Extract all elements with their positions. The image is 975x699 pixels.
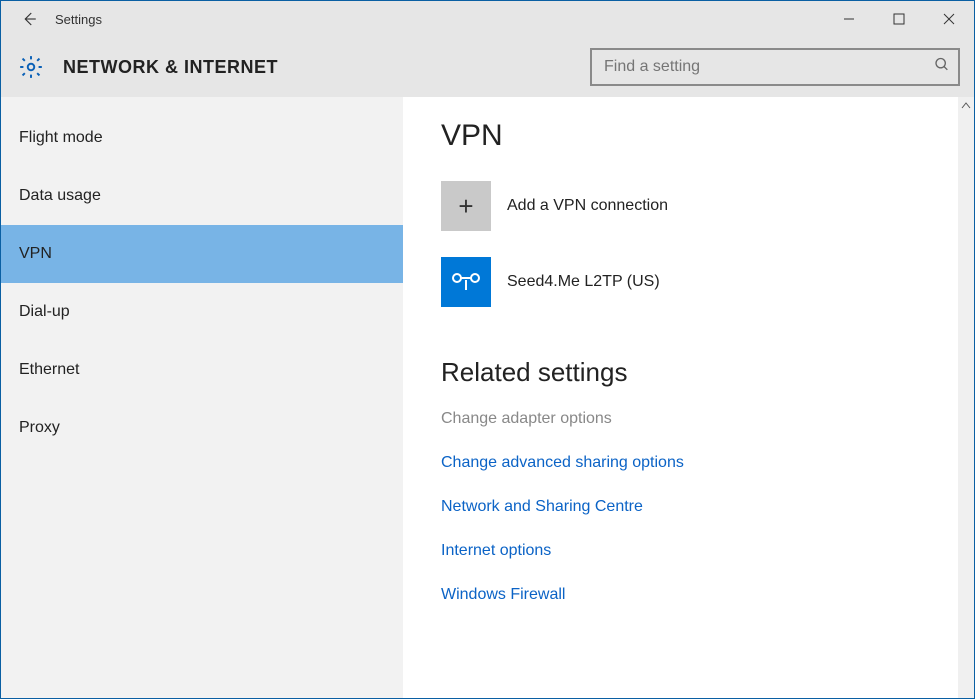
link-internet-options[interactable]: Internet options (441, 542, 974, 560)
gear-icon (17, 53, 45, 81)
window-title: Settings (55, 12, 102, 27)
add-vpn-label: Add a VPN connection (507, 197, 668, 215)
scroll-up-icon[interactable] (961, 97, 971, 115)
sidebar-item-label: Dial-up (19, 303, 70, 321)
page-heading: VPN (441, 119, 974, 153)
maximize-button[interactable] (874, 1, 924, 37)
sidebar-item-ethernet[interactable]: Ethernet (1, 341, 403, 399)
window-controls (824, 1, 974, 37)
sidebar-item-label: VPN (19, 245, 52, 263)
category-title: NETWORK & INTERNET (63, 57, 278, 78)
vpn-icon (441, 257, 491, 307)
plus-icon: + (441, 181, 491, 231)
back-button[interactable] (9, 1, 49, 37)
sidebar-item-label: Flight mode (19, 129, 103, 147)
header: NETWORK & INTERNET (1, 37, 974, 97)
settings-window: Settings NETWORK & INTERNET (0, 0, 975, 699)
search-icon (934, 57, 950, 78)
related-heading: Related settings (441, 357, 974, 388)
vpn-connection-item[interactable]: Seed4.Me L2TP (US) (441, 257, 974, 307)
sidebar-item-data-usage[interactable]: Data usage (1, 167, 403, 225)
link-windows-firewall[interactable]: Windows Firewall (441, 586, 974, 604)
minimize-button[interactable] (824, 1, 874, 37)
scroll-track[interactable] (958, 115, 974, 698)
link-change-adapter[interactable]: Change adapter options (441, 410, 974, 428)
sidebar: Flight mode Data usage VPN Dial-up Ether… (1, 97, 403, 698)
sidebar-item-label: Data usage (19, 187, 101, 205)
search-input[interactable] (590, 48, 960, 86)
sidebar-item-flight-mode[interactable]: Flight mode (1, 109, 403, 167)
close-button[interactable] (924, 1, 974, 37)
link-network-sharing-centre[interactable]: Network and Sharing Centre (441, 498, 974, 516)
titlebar: Settings (1, 1, 974, 37)
sidebar-item-label: Ethernet (19, 361, 79, 379)
add-vpn-button[interactable]: + Add a VPN connection (441, 181, 974, 231)
sidebar-item-vpn[interactable]: VPN (1, 225, 403, 283)
sidebar-item-proxy[interactable]: Proxy (1, 399, 403, 457)
scrollbar[interactable] (958, 97, 974, 698)
main-content: VPN + Add a VPN connection Seed4.Me L2TP… (403, 97, 974, 698)
sidebar-item-label: Proxy (19, 419, 60, 437)
link-advanced-sharing[interactable]: Change advanced sharing options (441, 454, 974, 472)
sidebar-item-dial-up[interactable]: Dial-up (1, 283, 403, 341)
body: Flight mode Data usage VPN Dial-up Ether… (1, 97, 974, 698)
vpn-connection-label: Seed4.Me L2TP (US) (507, 273, 660, 291)
